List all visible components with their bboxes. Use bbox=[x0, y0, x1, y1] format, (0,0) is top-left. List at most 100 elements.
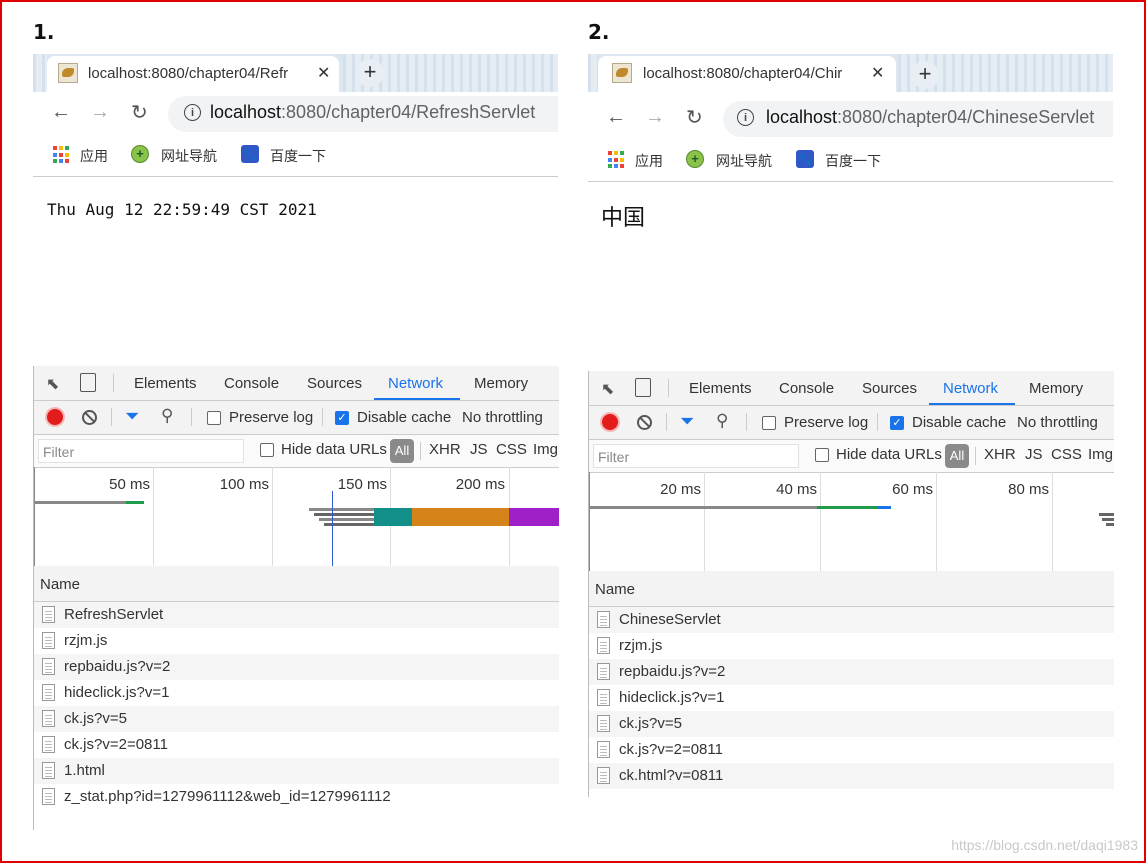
hide-data-urls-label: Hide data URLs bbox=[281, 441, 387, 458]
info-icon[interactable]: i bbox=[184, 104, 201, 121]
name-column-header[interactable]: Name bbox=[34, 566, 559, 602]
type-filter-img[interactable]: Img bbox=[1088, 446, 1113, 463]
request-name: ck.js?v=2=0811 bbox=[619, 741, 723, 758]
close-tab-icon[interactable]: ✕ bbox=[871, 63, 884, 83]
filter-bar: Filter Hide data URLs All XHR JS CSS Img bbox=[589, 440, 1114, 473]
type-filter-img[interactable]: Img bbox=[533, 441, 558, 458]
tab-console[interactable]: Console bbox=[779, 380, 834, 397]
browser-tab[interactable]: localhost:8080/chapter04/Chir ✕ bbox=[598, 56, 896, 92]
request-row[interactable]: rzjm.js bbox=[34, 628, 559, 654]
network-toolbar: ⏷ ⚲ Preserve log ✓ Disable cache No thro… bbox=[34, 401, 559, 435]
clear-icon[interactable] bbox=[637, 415, 652, 430]
request-row[interactable]: ck.js?v=2=0811 bbox=[589, 737, 1114, 763]
reload-icon[interactable]: ↻ bbox=[131, 100, 148, 125]
type-filter-xhr[interactable]: XHR bbox=[984, 446, 1016, 463]
filter-funnel-icon[interactable]: ⏷ bbox=[125, 406, 139, 427]
document-file-icon bbox=[42, 606, 55, 623]
apps-grid-icon[interactable] bbox=[53, 146, 71, 164]
request-row[interactable]: hideclick.js?v=1 bbox=[589, 685, 1114, 711]
request-row[interactable]: ChineseServlet bbox=[589, 607, 1114, 633]
document-file-icon bbox=[42, 788, 55, 805]
inspect-element-icon[interactable]: ⬉ bbox=[46, 374, 59, 394]
type-filter-js[interactable]: JS bbox=[1025, 446, 1043, 463]
tab-network[interactable]: Network bbox=[388, 375, 443, 392]
hide-data-urls-checkbox[interactable] bbox=[815, 448, 829, 462]
type-filter-css[interactable]: CSS bbox=[496, 441, 527, 458]
inspect-element-icon[interactable]: ⬉ bbox=[601, 379, 614, 399]
network-overview: 20 ms 40 ms 60 ms 80 ms bbox=[589, 472, 1114, 572]
new-tab-icon[interactable]: + bbox=[911, 61, 939, 89]
devtools-tabbar: ⬉ Elements Console Sources Network Memor… bbox=[589, 371, 1114, 406]
name-column-header[interactable]: Name bbox=[589, 571, 1114, 607]
filter-input[interactable]: Filter bbox=[38, 439, 244, 463]
device-toolbar-icon[interactable] bbox=[635, 378, 651, 397]
type-filter-xhr[interactable]: XHR bbox=[429, 441, 461, 458]
search-icon[interactable]: ⚲ bbox=[716, 411, 728, 431]
request-row[interactable]: ck.js?v=2=0811 bbox=[34, 732, 559, 758]
tab-memory[interactable]: Memory bbox=[474, 375, 528, 392]
request-row[interactable]: rzjm.js bbox=[589, 633, 1114, 659]
request-row[interactable]: ck.js?v=5 bbox=[34, 706, 559, 732]
address-bar[interactable]: i localhost:8080/chapter04/RefreshServle… bbox=[168, 96, 558, 132]
back-icon[interactable]: ← bbox=[51, 101, 71, 124]
bookmark-apps[interactable]: 应用 bbox=[80, 146, 108, 166]
throttling-select[interactable]: No throttling bbox=[1017, 414, 1098, 431]
disable-cache-checkbox[interactable]: ✓ bbox=[890, 416, 904, 430]
request-row[interactable]: repbaidu.js?v=2 bbox=[589, 659, 1114, 685]
waterfall-bar bbox=[34, 501, 126, 504]
tab-elements[interactable]: Elements bbox=[689, 380, 752, 397]
forward-icon[interactable]: → bbox=[90, 101, 110, 124]
apps-grid-icon[interactable] bbox=[608, 151, 626, 169]
request-name: repbaidu.js?v=2 bbox=[619, 663, 726, 680]
request-row[interactable]: RefreshServlet bbox=[34, 602, 559, 628]
request-row[interactable]: z_stat.php?id=1279961112&web_id=12799611… bbox=[34, 784, 559, 810]
type-filter-css[interactable]: CSS bbox=[1051, 446, 1082, 463]
preserve-log-checkbox[interactable] bbox=[207, 411, 221, 425]
reload-icon[interactable]: ↻ bbox=[686, 105, 703, 130]
new-tab-icon[interactable]: + bbox=[356, 59, 384, 87]
filter-funnel-icon[interactable]: ⏷ bbox=[680, 411, 694, 432]
request-row[interactable]: ck.html?v=0811 bbox=[589, 763, 1114, 789]
tab-memory[interactable]: Memory bbox=[1029, 380, 1083, 397]
filter-input[interactable]: Filter bbox=[593, 444, 799, 468]
timeline-tick: 100 ms bbox=[219, 476, 269, 493]
type-filter-all[interactable]: All bbox=[390, 439, 414, 463]
tab-sources[interactable]: Sources bbox=[307, 375, 362, 392]
back-icon[interactable]: ← bbox=[606, 106, 626, 129]
clear-icon[interactable] bbox=[82, 410, 97, 425]
type-filter-js[interactable]: JS bbox=[470, 441, 488, 458]
timeline-tick: 200 ms bbox=[455, 476, 505, 493]
bookmark-nav[interactable]: 网址导航 bbox=[161, 146, 217, 166]
hide-data-urls-checkbox[interactable] bbox=[260, 443, 274, 457]
request-row[interactable]: repbaidu.js?v=2 bbox=[34, 654, 559, 680]
browser-tab[interactable]: localhost:8080/chapter04/Refr ✕ bbox=[47, 56, 339, 92]
search-icon[interactable]: ⚲ bbox=[161, 406, 173, 426]
record-icon[interactable] bbox=[602, 414, 618, 430]
nav-site-icon: + bbox=[131, 145, 149, 163]
bookmark-nav[interactable]: 网址导航 bbox=[716, 151, 772, 171]
network-toolbar: ⏷ ⚲ Preserve log ✓ Disable cache No thro… bbox=[589, 406, 1114, 440]
preserve-log-checkbox[interactable] bbox=[762, 416, 776, 430]
disable-cache-checkbox[interactable]: ✓ bbox=[335, 411, 349, 425]
request-row[interactable]: ck.js?v=5 bbox=[589, 711, 1114, 737]
info-icon[interactable]: i bbox=[737, 109, 754, 126]
page-content-text: Thu Aug 12 22:59:49 CST 2021 bbox=[47, 200, 317, 219]
filter-bar: Filter Hide data URLs All XHR JS CSS Img bbox=[34, 435, 559, 468]
request-row[interactable]: 1.html bbox=[34, 758, 559, 784]
tab-elements[interactable]: Elements bbox=[134, 375, 197, 392]
forward-icon[interactable]: → bbox=[645, 106, 665, 129]
throttling-select[interactable]: No throttling bbox=[462, 409, 543, 426]
device-toolbar-icon[interactable] bbox=[80, 373, 96, 392]
bookmark-apps[interactable]: 应用 bbox=[635, 151, 663, 171]
bookmark-baidu[interactable]: 百度一下 bbox=[270, 146, 326, 166]
bookmark-baidu[interactable]: 百度一下 bbox=[825, 151, 881, 171]
tab-sources[interactable]: Sources bbox=[862, 380, 917, 397]
close-tab-icon[interactable]: ✕ bbox=[317, 63, 330, 83]
request-name: z_stat.php?id=1279961112&web_id=12799611… bbox=[64, 788, 391, 805]
tab-console[interactable]: Console bbox=[224, 375, 279, 392]
record-icon[interactable] bbox=[47, 409, 63, 425]
request-row[interactable]: hideclick.js?v=1 bbox=[34, 680, 559, 706]
tab-network[interactable]: Network bbox=[943, 380, 998, 397]
type-filter-all[interactable]: All bbox=[945, 444, 969, 468]
address-bar[interactable]: i localhost:8080/chapter04/ChineseServle… bbox=[723, 101, 1113, 137]
